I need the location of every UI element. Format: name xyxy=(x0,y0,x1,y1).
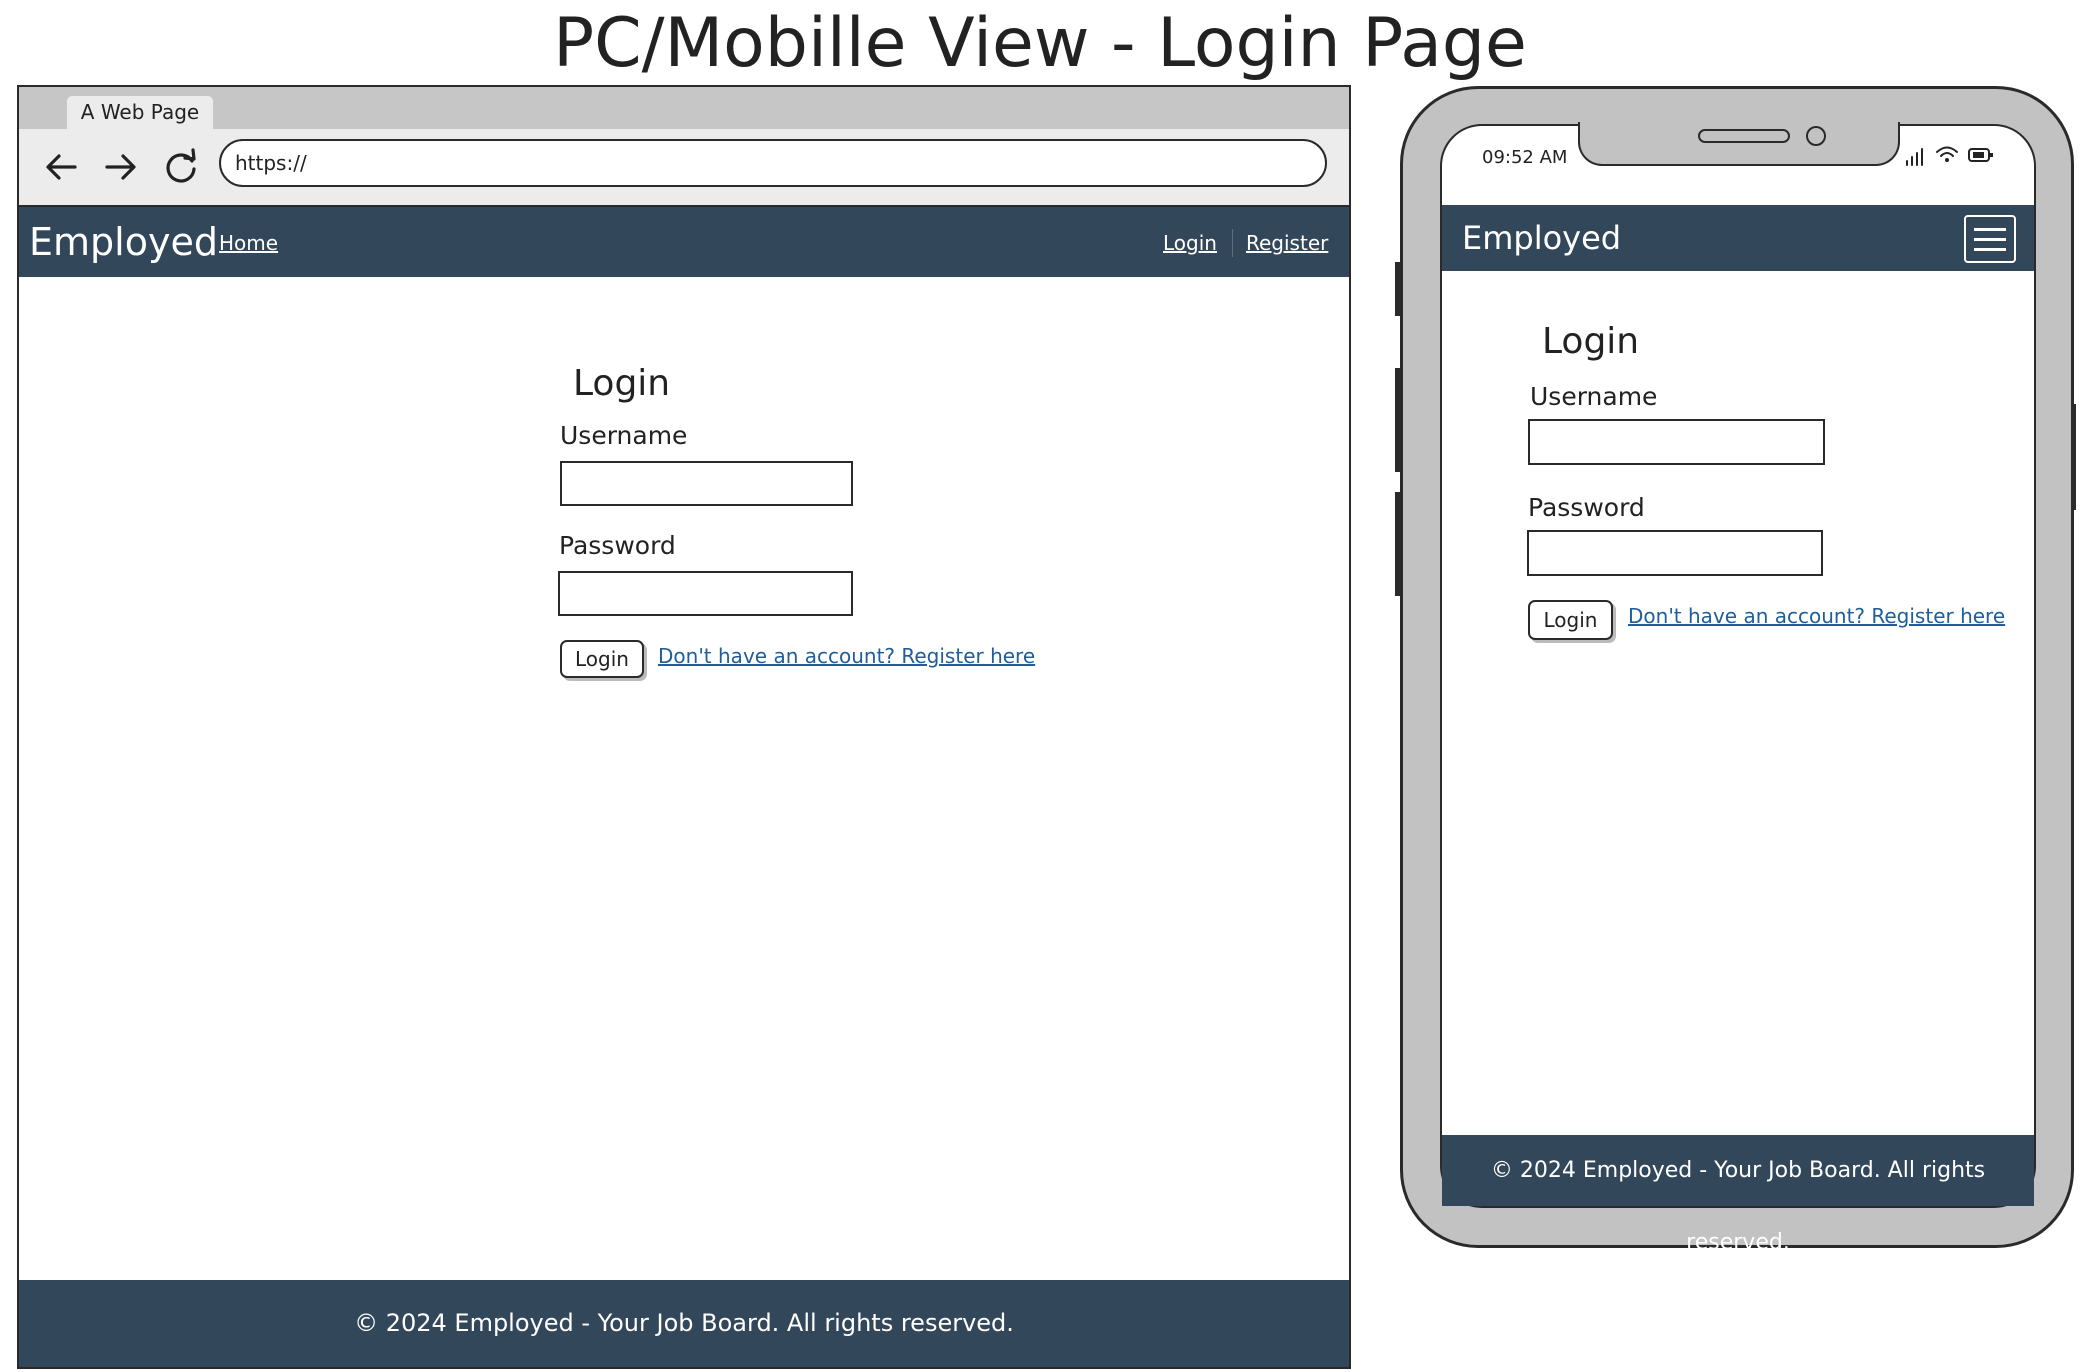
password-input[interactable] xyxy=(558,571,853,616)
phone-power-button xyxy=(2071,404,2076,510)
phone-volume-down-button xyxy=(1395,492,1400,596)
footer-text: © 2024 Employed - Your Job Board. All ri… xyxy=(354,1309,1014,1337)
signal-icon xyxy=(1904,145,1928,167)
brand-logo[interactable]: Employed xyxy=(1462,205,1621,271)
footer-text: © 2024 Employed - Your Job Board. All ri… xyxy=(1490,1158,1986,1255)
register-link[interactable]: Don't have an account? Register here xyxy=(658,641,1035,671)
speaker-icon xyxy=(1698,129,1790,143)
username-label: Username xyxy=(560,421,688,450)
wifi-icon xyxy=(1935,144,1959,166)
phone-volume-up-button xyxy=(1395,368,1400,472)
address-bar[interactable]: https:// xyxy=(219,139,1327,187)
mobile-footer: © 2024 Employed - Your Job Board. All ri… xyxy=(1442,1135,2034,1255)
status-time: 09:52 AM xyxy=(1482,147,1568,168)
menu-bar xyxy=(1974,238,2006,241)
register-link[interactable]: Don't have an account? Register here xyxy=(1628,601,2005,631)
browser-toolbar: https:// xyxy=(19,129,1349,207)
login-heading: Login xyxy=(1542,321,1640,362)
desktop-browser-window: A Web Page https:// Employed Home Login … xyxy=(17,85,1351,1369)
browser-tab-bar: A Web Page xyxy=(19,87,1349,129)
browser-tab[interactable]: A Web Page xyxy=(67,96,213,129)
reload-icon[interactable] xyxy=(161,147,201,187)
nav-link-register[interactable]: Register xyxy=(1246,207,1328,279)
username-input[interactable] xyxy=(560,461,853,506)
username-input[interactable] xyxy=(1528,419,1825,465)
username-label: Username xyxy=(1530,382,1658,411)
login-button[interactable]: Login xyxy=(560,640,644,678)
navbar: Employed Home Login Register xyxy=(19,207,1349,277)
footer: © 2024 Employed - Your Job Board. All ri… xyxy=(19,1280,1349,1367)
login-button[interactable]: Login xyxy=(1528,600,1613,640)
menu-bar xyxy=(1974,228,2006,231)
battery-icon xyxy=(1968,147,1994,163)
hamburger-menu-icon[interactable] xyxy=(1964,215,2016,263)
arrow-right-icon[interactable] xyxy=(101,147,141,187)
login-heading: Login xyxy=(573,363,671,404)
brand-logo[interactable]: Employed xyxy=(29,207,218,277)
arrow-left-icon[interactable] xyxy=(41,147,81,187)
password-label: Password xyxy=(1528,493,1645,522)
nav-link-home[interactable]: Home xyxy=(219,207,278,279)
camera-icon xyxy=(1806,126,1826,146)
password-label: Password xyxy=(559,531,676,560)
page-title: PC/Mobille View - Login Page xyxy=(553,4,1527,83)
nav-divider xyxy=(1232,229,1233,257)
mobile-navbar: Employed xyxy=(1442,205,2034,271)
phone-screen xyxy=(1440,124,2036,1208)
menu-bar xyxy=(1974,248,2006,251)
phone-side-button xyxy=(1395,262,1400,316)
nav-link-login[interactable]: Login xyxy=(1163,207,1217,279)
password-input[interactable] xyxy=(1527,530,1823,576)
